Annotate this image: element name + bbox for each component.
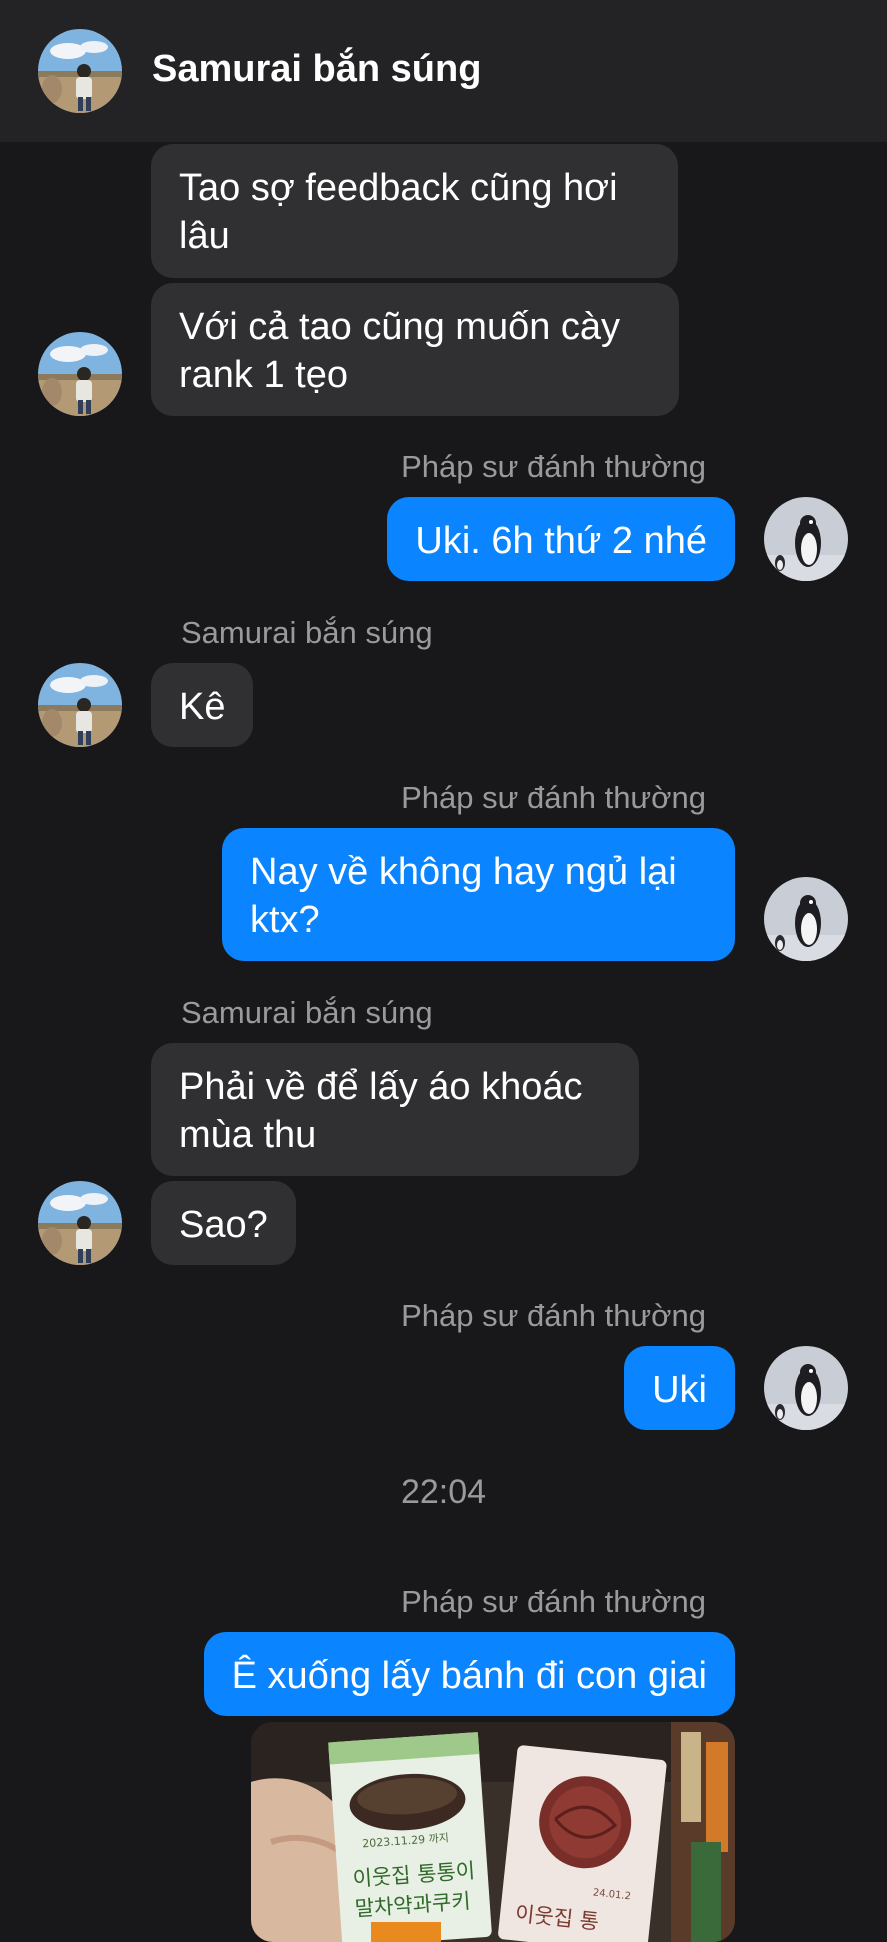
photo-attachment[interactable]: 2023.11.29 까지 이웃집 통통이 말차약과쿠키 24.01.2 이웃집…: [251, 1722, 735, 1942]
sender-label: Samurai bắn súng: [181, 995, 433, 1030]
message-bubble-incoming[interactable]: Tao sợ feedback cũng hơi lâu: [151, 144, 678, 278]
contact-avatar[interactable]: [38, 663, 122, 747]
chat-title[interactable]: Samurai bắn súng: [152, 48, 481, 91]
message-text: Phải về để lấy áo khoác mùa thu: [179, 1066, 583, 1156]
time-divider: 22:04: [400, 1473, 487, 1511]
contact-avatar[interactable]: [38, 332, 122, 416]
message-text: Kê: [179, 686, 226, 728]
message-bubble-outgoing[interactable]: Nay về không hay ngủ lại ktx?: [222, 828, 735, 961]
message-text: Tao sợ feedback cũng hơi lâu: [179, 167, 618, 257]
my-avatar[interactable]: [764, 497, 848, 581]
my-avatar[interactable]: [764, 1346, 848, 1430]
message-bubble-outgoing[interactable]: Uki. 6h thứ 2 nhé: [387, 497, 735, 581]
message-bubble-incoming[interactable]: Sao?: [151, 1181, 296, 1265]
contact-avatar[interactable]: [38, 29, 122, 113]
sender-label: Pháp sư đánh thường: [401, 1298, 706, 1333]
message-text: Uki: [652, 1369, 707, 1411]
sender-label: Samurai bắn súng: [181, 615, 433, 650]
sender-label: Pháp sư đánh thường: [401, 449, 706, 484]
message-text: Ê xuống lấy bánh đi con giai: [231, 1655, 707, 1697]
message-bubble-incoming[interactable]: Với cả tao cũng muốn cày rank 1 tẹo: [151, 283, 679, 416]
message-text: Uki. 6h thứ 2 nhé: [415, 520, 707, 562]
message-bubble-outgoing[interactable]: Uki: [624, 1346, 735, 1430]
message-text: Với cả tao cũng muốn cày rank 1 tẹo: [179, 306, 621, 396]
message-text: Sao?: [179, 1204, 268, 1246]
sender-label: Pháp sư đánh thường: [401, 780, 706, 815]
my-avatar[interactable]: [764, 877, 848, 961]
message-bubble-incoming[interactable]: Kê: [151, 663, 254, 747]
chat-header: Samurai bắn súng: [0, 0, 887, 142]
contact-avatar[interactable]: [38, 1181, 122, 1265]
message-bubble-incoming[interactable]: Phải về để lấy áo khoác mùa thu: [151, 1043, 639, 1176]
message-text: Nay về không hay ngủ lại ktx?: [250, 851, 677, 941]
sender-label: Pháp sư đánh thường: [401, 1584, 706, 1619]
message-bubble-outgoing[interactable]: Ê xuống lấy bánh đi con giai: [203, 1632, 735, 1716]
